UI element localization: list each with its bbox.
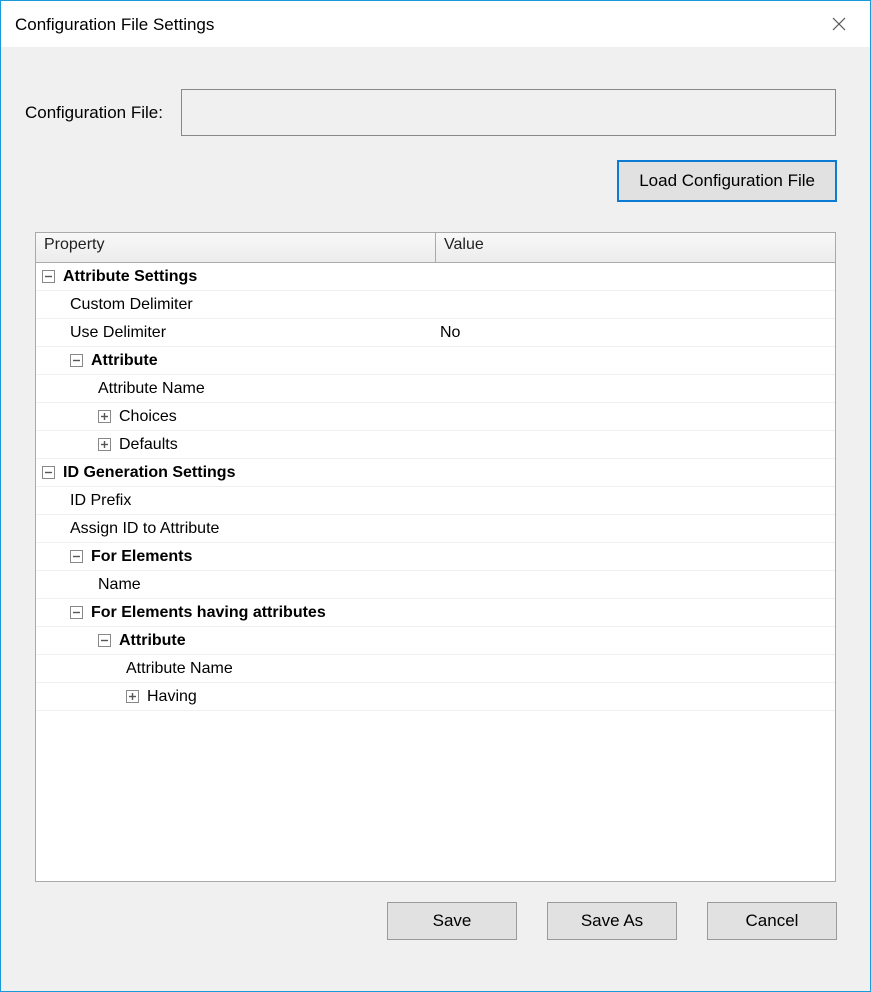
grid-row[interactable]: Having <box>36 683 835 711</box>
close-icon <box>832 17 846 31</box>
property-label: For Elements <box>91 548 192 566</box>
collapse-icon[interactable] <box>70 606 83 619</box>
property-cell: ID Generation Settings <box>36 464 436 482</box>
grid-row[interactable]: Custom Delimiter <box>36 291 835 319</box>
config-file-label: Configuration File: <box>25 103 181 123</box>
config-file-row: Configuration File: <box>1 47 870 136</box>
property-label: For Elements having attributes <box>91 604 326 622</box>
expand-icon[interactable] <box>98 410 111 423</box>
collapse-icon[interactable] <box>98 634 111 647</box>
property-label: Assign ID to Attribute <box>70 520 219 538</box>
titlebar: Configuration File Settings <box>1 1 870 47</box>
grid-row[interactable]: Choices <box>36 403 835 431</box>
property-label: Use Delimiter <box>70 324 166 342</box>
grid-row[interactable]: Name <box>36 571 835 599</box>
cancel-button[interactable]: Cancel <box>707 902 837 940</box>
property-cell: Custom Delimiter <box>36 296 436 314</box>
header-property[interactable]: Property <box>36 233 436 262</box>
dialog-body: Configuration File: Load Configuration F… <box>1 47 870 991</box>
expand-icon[interactable] <box>98 438 111 451</box>
property-cell: Attribute <box>36 352 436 370</box>
property-cell: Defaults <box>36 436 436 454</box>
grid-header: Property Value <box>36 233 835 263</box>
close-button[interactable] <box>820 5 858 43</box>
expand-icon[interactable] <box>126 690 139 703</box>
property-label: Choices <box>119 408 177 426</box>
grid-row[interactable]: ID Prefix <box>36 487 835 515</box>
property-label: Custom Delimiter <box>70 296 193 314</box>
footer-buttons: Save Save As Cancel <box>1 882 870 962</box>
grid-row[interactable]: For Elements having attributes <box>36 599 835 627</box>
config-file-input[interactable] <box>181 89 836 136</box>
grid-row[interactable]: Assign ID to Attribute <box>36 515 835 543</box>
property-cell: ID Prefix <box>36 492 436 510</box>
property-grid: Property Value Attribute Settings Custom … <box>35 232 836 882</box>
save-button[interactable]: Save <box>387 902 517 940</box>
property-label: Name <box>98 576 141 594</box>
grid-row[interactable]: Use Delimiter No <box>36 319 835 347</box>
grid-row[interactable]: Defaults <box>36 431 835 459</box>
property-cell: For Elements having attributes <box>36 604 436 622</box>
property-cell: Attribute Name <box>36 380 436 398</box>
property-cell: Attribute <box>36 632 436 650</box>
property-label: ID Generation Settings <box>63 464 235 482</box>
property-label: Attribute <box>91 352 158 370</box>
grid-row[interactable]: ID Generation Settings <box>36 459 835 487</box>
property-label: Attribute Name <box>126 660 233 678</box>
header-value[interactable]: Value <box>436 233 835 262</box>
collapse-icon[interactable] <box>42 466 55 479</box>
property-label: Attribute Settings <box>63 268 197 286</box>
property-cell: For Elements <box>36 548 436 566</box>
load-configuration-button[interactable]: Load Configuration File <box>617 160 837 202</box>
grid-row[interactable]: Attribute <box>36 627 835 655</box>
property-cell: Name <box>36 576 436 594</box>
property-cell: Choices <box>36 408 436 426</box>
property-label: Defaults <box>119 436 178 454</box>
grid-row[interactable]: Attribute <box>36 347 835 375</box>
property-cell: Assign ID to Attribute <box>36 520 436 538</box>
property-cell: Use Delimiter <box>36 324 436 342</box>
grid-row[interactable]: Attribute Name <box>36 375 835 403</box>
grid-body: Attribute Settings Custom Delimiter Use De… <box>36 263 835 881</box>
property-cell: Attribute Name <box>36 660 436 678</box>
property-label: ID Prefix <box>70 492 131 510</box>
collapse-icon[interactable] <box>70 550 83 563</box>
property-cell: Attribute Settings <box>36 268 436 286</box>
value-cell[interactable]: No <box>436 324 835 342</box>
collapse-icon[interactable] <box>42 270 55 283</box>
property-label: Attribute <box>119 632 186 650</box>
save-as-button[interactable]: Save As <box>547 902 677 940</box>
property-label: Having <box>147 688 197 706</box>
dialog-window: Configuration File Settings Configuratio… <box>0 0 871 992</box>
window-title: Configuration File Settings <box>15 13 820 35</box>
property-cell: Having <box>36 688 436 706</box>
load-row: Load Configuration File <box>1 136 870 202</box>
grid-row[interactable]: For Elements <box>36 543 835 571</box>
grid-row[interactable]: Attribute Settings <box>36 263 835 291</box>
grid-row[interactable]: Attribute Name <box>36 655 835 683</box>
collapse-icon[interactable] <box>70 354 83 367</box>
property-label: Attribute Name <box>98 380 205 398</box>
